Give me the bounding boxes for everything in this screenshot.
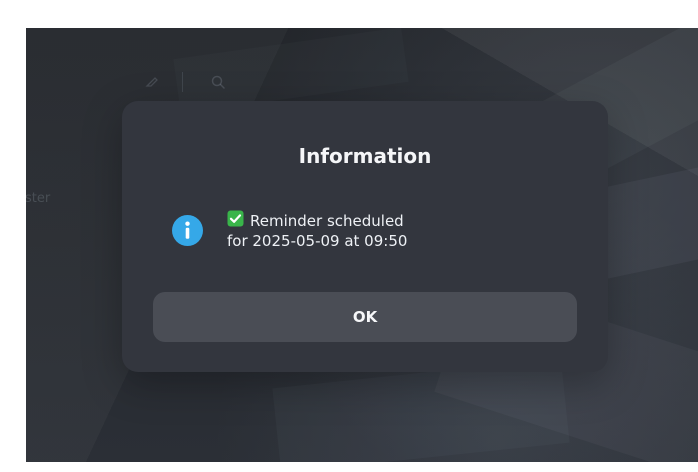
ok-button[interactable]: OK (153, 292, 577, 342)
screen: ster Information Reminder scheduled for … (26, 28, 698, 462)
check-mark-icon (227, 210, 244, 232)
search-icon (210, 74, 226, 93)
message-line-1-text: Reminder scheduled (250, 212, 404, 230)
message-line-2: for 2025-05-09 at 09:50 (227, 232, 408, 250)
message-line-1: Reminder scheduled (227, 210, 407, 232)
background-divider (182, 72, 183, 92)
dialog-message: Reminder scheduled for 2025-05-09 at 09:… (227, 210, 407, 251)
pencil-icon (145, 74, 159, 91)
information-dialog: Information Reminder scheduled for 2025-… (122, 101, 608, 372)
dialog-title: Information (298, 144, 432, 168)
background-partial-label: ster (26, 191, 51, 206)
info-icon (172, 215, 203, 246)
